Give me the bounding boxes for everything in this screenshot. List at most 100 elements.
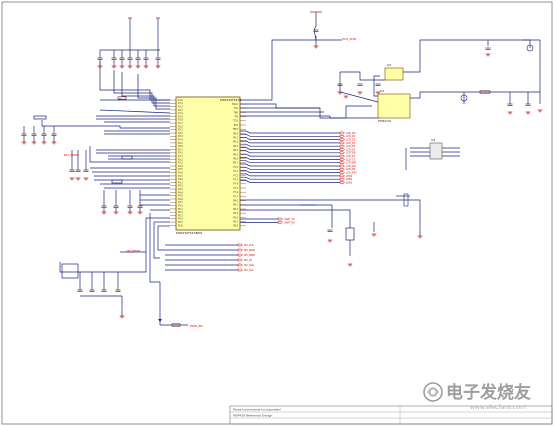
- wire: [153, 222, 160, 259]
- net-label: I2C_SDA: [244, 264, 254, 267]
- pin-label-right: P6.4: [233, 149, 238, 152]
- wire: [157, 226, 165, 251]
- pin-label-right: P8.5: [233, 221, 238, 224]
- sheet-frame: [1, 1, 553, 425]
- u3-label: TPS62110: [378, 119, 391, 123]
- wire: [240, 157, 340, 160]
- u3-body: [377, 93, 411, 119]
- pin-label-right: P7.6: [233, 191, 238, 194]
- wire: [240, 180, 340, 183]
- pin-label-right: P7.1: [233, 170, 238, 173]
- wire: [89, 146, 170, 163]
- watermark-url: www.elecfans.com: [470, 404, 526, 411]
- elecfans-watermark: 电子发烧友 www.elecfans.com: [423, 382, 531, 411]
- wire: [240, 133, 340, 137]
- net-label: SPI_CLK: [244, 244, 254, 247]
- wire: [240, 163, 340, 167]
- net-flag: [339, 138, 345, 141]
- u3-ref: U3: [380, 89, 384, 93]
- wire: [339, 72, 379, 103]
- net-flag: [339, 174, 345, 178]
- pin-label-right: P8.3: [233, 212, 238, 215]
- net-flag: [339, 135, 345, 138]
- wire: [240, 150, 340, 154]
- net-flag: [277, 221, 283, 224]
- crystal: [111, 179, 123, 184]
- mcu-footer-label: MSP430F5438IPZ: [176, 231, 202, 235]
- ic-u4[interactable]: U4: [429, 138, 443, 160]
- pin-label-right: DVCC: [232, 103, 239, 106]
- pin-label-right: TCK: [234, 107, 239, 110]
- net-flag: [339, 131, 345, 135]
- u2-ref: U2: [387, 63, 391, 67]
- pin-label-right: P7.2: [233, 174, 238, 177]
- pin-label-right: TDO: [233, 120, 238, 123]
- watermark-text: 电子发烧友: [446, 382, 531, 403]
- net-flag: [237, 263, 243, 267]
- net-flag: [339, 171, 345, 174]
- schematic-sheet: MSP430F5438 MSP430F5438IPZ P1.0 P1.1 P1.2 P…: [0, 0, 554, 426]
- connector-j1: [61, 263, 79, 279]
- wire: [522, 39, 531, 48]
- pin-label-right: P6.6: [233, 158, 238, 161]
- net-label: BAT_SENSE: [64, 153, 79, 157]
- title-line-2: MSP430 Reference Design: [233, 414, 272, 418]
- wire: [240, 140, 340, 144]
- pin-label-right: P7.5: [233, 187, 238, 190]
- net-flag: [237, 268, 243, 272]
- pin-label-right: P6.1: [233, 137, 238, 140]
- wire: [240, 199, 421, 228]
- pin-label-right: P6.7: [233, 162, 238, 165]
- net-flag: [339, 158, 345, 161]
- net-flag: [339, 141, 345, 145]
- net-flag: [339, 154, 345, 158]
- ic-u3[interactable]: U3 TPS62110: [377, 89, 411, 123]
- net-label: UART_RX: [284, 221, 295, 224]
- pin-label-right: P8.1: [233, 204, 238, 207]
- schematic-canvas: MSP430F5438 MSP430F5438IPZ P1.0P1.1P1.2P…: [1, 1, 553, 425]
- net-flag: [339, 151, 345, 155]
- mcu-left-pin-labels: P1.0P1.1P1.2P1.3P1.4P1.5P1.6P1.7P2.0P2.1…: [178, 99, 183, 227]
- wire: [240, 143, 340, 147]
- wire: [410, 91, 540, 99]
- net-flag: [339, 161, 345, 164]
- wire: [99, 109, 171, 114]
- watermark-logo-icon: [423, 382, 443, 402]
- pin-label-right: P7.0: [233, 166, 238, 169]
- wire: [240, 160, 340, 164]
- wire: [240, 130, 340, 134]
- u4-ref: U4: [431, 138, 435, 142]
- net-flag: [237, 243, 243, 247]
- wire: [403, 39, 540, 73]
- pin-label-right: TMS: [233, 111, 238, 114]
- net-flag: [277, 217, 283, 221]
- mcu-right-pin-labels: DVCCTCKTMSTDITDORSTTESTP6.0P6.1P6.2P6.3P…: [232, 103, 239, 228]
- net-flag: [237, 258, 243, 262]
- wire: [121, 72, 170, 107]
- u4-body: [429, 142, 443, 160]
- pin-label-right: P6.2: [233, 141, 238, 144]
- pwr-en-label: PWR_EN: [190, 324, 203, 328]
- wire: [329, 105, 372, 119]
- wire-layer: [23, 12, 541, 326]
- crystal-y2: [345, 227, 355, 241]
- net-flag: [339, 177, 345, 181]
- bottom-net-labels: SPI_CLK SPI_MOSI SPI_MISO SPI_CS I2C_SDA I2C_…: [244, 244, 255, 272]
- pin-label-right: TDI: [234, 116, 238, 119]
- net-flag: [237, 248, 243, 252]
- pin-label-right: RST: [234, 124, 239, 127]
- mcu-body: [175, 96, 241, 231]
- net-label: SPI_CS: [244, 259, 253, 262]
- resistor: [117, 96, 127, 100]
- ic-u2[interactable]: U2: [384, 63, 404, 81]
- right-bus-net-labels: LCD_D0LCD_D1LCD_D2LCD_D3LCD_D4LCD_D5LCD_…: [346, 132, 357, 185]
- diode: [158, 319, 162, 322]
- wire: [240, 147, 340, 150]
- wire: [99, 62, 170, 101]
- mcu-u1[interactable]: MSP430F5438 MSP430F5438IPZ P1.0P1.1P1.2P…: [175, 96, 241, 235]
- pin-label-right: P8.4: [233, 216, 238, 219]
- net-label: I2C_SCL: [244, 269, 254, 272]
- net-flag: [339, 164, 345, 168]
- pin-label-right: P8.0: [233, 200, 238, 203]
- pin-label-right: P8.2: [233, 208, 238, 211]
